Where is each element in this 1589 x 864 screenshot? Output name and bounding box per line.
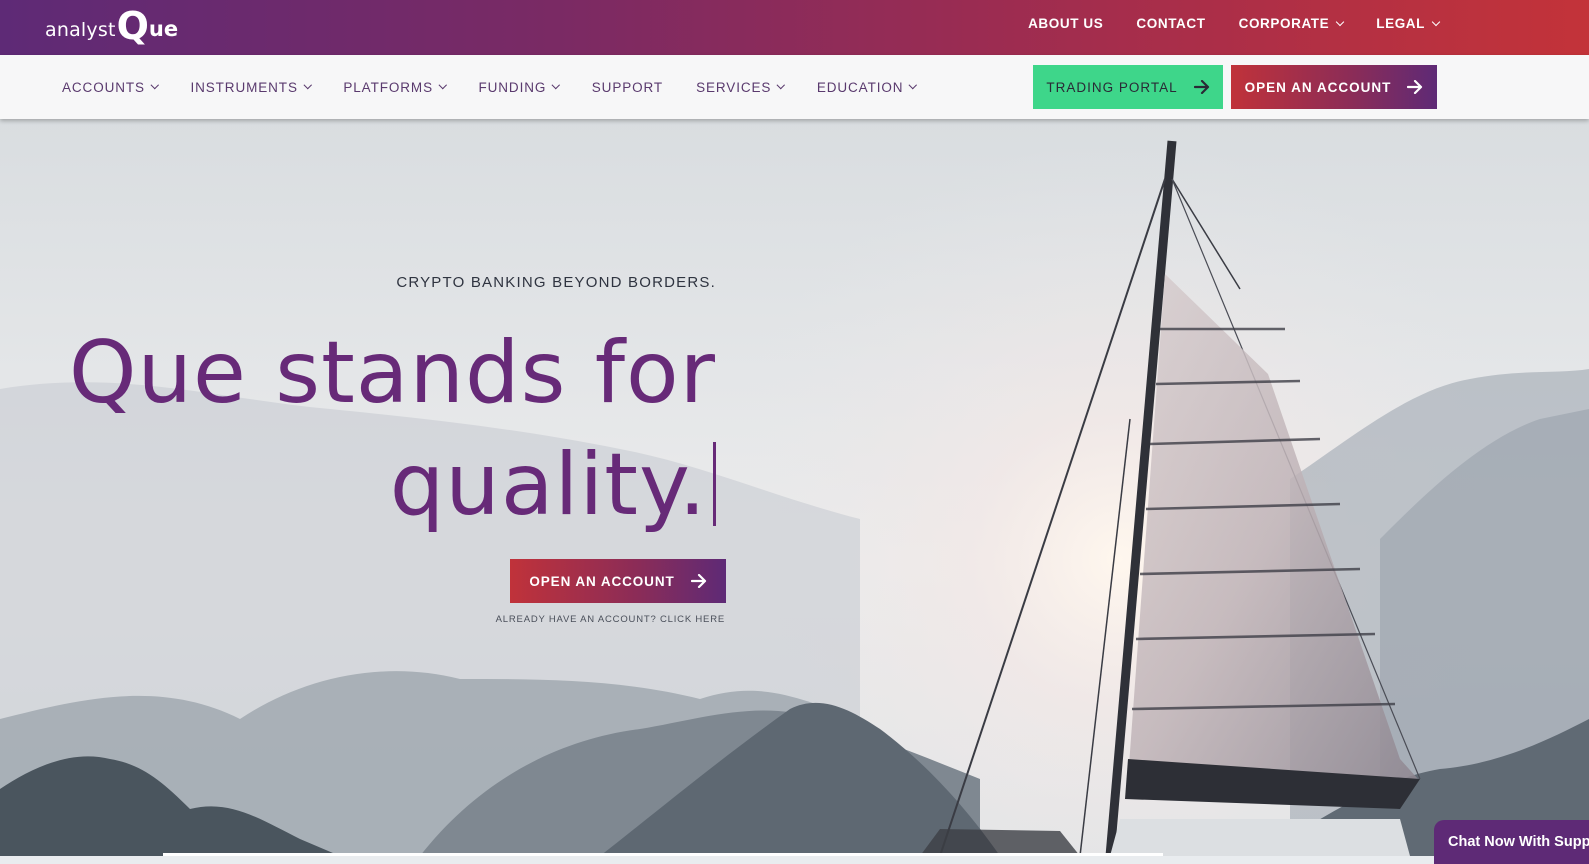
logo[interactable]: analyst Q ue [45, 4, 178, 48]
nav-item-services[interactable]: SERVICES [696, 79, 785, 95]
hero-headline-line-1: Que stands for [68, 323, 716, 423]
hero-headline: Que stands for quality. [69, 317, 716, 541]
nav-item-label: INSTRUMENTS [190, 79, 298, 95]
nav-item-label: EDUCATION [816, 79, 904, 95]
main-nav-items: ACCOUNTS INSTRUMENTS PLATFORMS FUNDING S… [62, 55, 918, 119]
top-link-label: CONTACT [1136, 16, 1206, 31]
nav-item-funding[interactable]: FUNDING [478, 79, 560, 95]
nav-item-label: FUNDING [478, 79, 547, 95]
hero-headline-line-2-wrap: quality. [69, 429, 716, 541]
top-links: ABOUT US CONTACT CORPORATE LEGAL [1028, 0, 1441, 47]
top-link-label: CORPORATE [1238, 16, 1330, 31]
logo-text-ue: ue [148, 17, 179, 41]
chat-widget-button[interactable]: Chat Now With Supp [1434, 820, 1589, 864]
logo-text-analyst: analyst [45, 19, 116, 41]
typing-cursor [713, 442, 716, 526]
chevron-down-icon [150, 81, 159, 89]
chevron-down-icon [552, 81, 560, 89]
arrow-right-icon [1407, 80, 1423, 94]
nav-item-platforms[interactable]: PLATFORMS [343, 79, 447, 95]
nav-item-label: SERVICES [696, 79, 772, 95]
nav-item-label: PLATFORMS [343, 79, 433, 95]
top-link-legal[interactable]: LEGAL [1376, 16, 1441, 31]
trading-portal-label: TRADING PORTAL [1046, 79, 1178, 95]
chevron-down-icon [438, 81, 447, 89]
trading-portal-button[interactable]: TRADING PORTAL [1033, 65, 1223, 109]
nav-item-label: ACCOUNTS [62, 79, 145, 95]
top-link-corporate[interactable]: CORPORATE [1238, 16, 1345, 31]
open-account-label: OPEN AN ACCOUNT [1244, 79, 1392, 95]
chevron-down-icon [303, 81, 312, 89]
hero-tagline: CRYPTO BANKING BEYOND BORDERS. [396, 274, 716, 291]
main-nav: ACCOUNTS INSTRUMENTS PLATFORMS FUNDING S… [0, 55, 1589, 119]
top-link-contact[interactable]: CONTACT [1136, 16, 1205, 31]
chevron-down-icon [777, 81, 785, 89]
arrow-right-icon [1193, 80, 1210, 94]
hero-open-account-button[interactable]: OPEN AN ACCOUNT [510, 559, 726, 603]
chevron-down-icon [1336, 17, 1345, 26]
nav-item-education[interactable]: EDUCATION [816, 79, 918, 95]
nav-item-instruments[interactable]: INSTRUMENTS [190, 79, 312, 95]
login-link[interactable]: ALREADY HAVE AN ACCOUNT? CLICK HERE [496, 614, 725, 625]
nav-item-label: SUPPORT [591, 79, 664, 95]
nav-item-accounts[interactable]: ACCOUNTS [62, 79, 159, 95]
hero-headline-line-2: quality. [389, 435, 707, 535]
top-bar: analyst Q ue ABOUT US CONTACT CORPORATE … [0, 0, 1589, 55]
top-link-label: ABOUT US [1028, 16, 1104, 31]
nav-item-support[interactable]: SUPPORT [592, 80, 663, 95]
logo-text-q: Q [116, 4, 149, 48]
top-link-about-us[interactable]: ABOUT US [1028, 16, 1103, 31]
arrow-right-icon [690, 574, 707, 588]
top-link-label: LEGAL [1376, 16, 1425, 31]
chevron-down-icon [909, 81, 918, 89]
open-account-button[interactable]: OPEN AN ACCOUNT [1231, 65, 1437, 109]
hero-open-account-label: OPEN AN ACCOUNT [529, 573, 675, 589]
hero-section: CRYPTO BANKING BEYOND BORDERS. Que stand… [0, 119, 1589, 856]
chevron-down-icon [1431, 17, 1441, 26]
